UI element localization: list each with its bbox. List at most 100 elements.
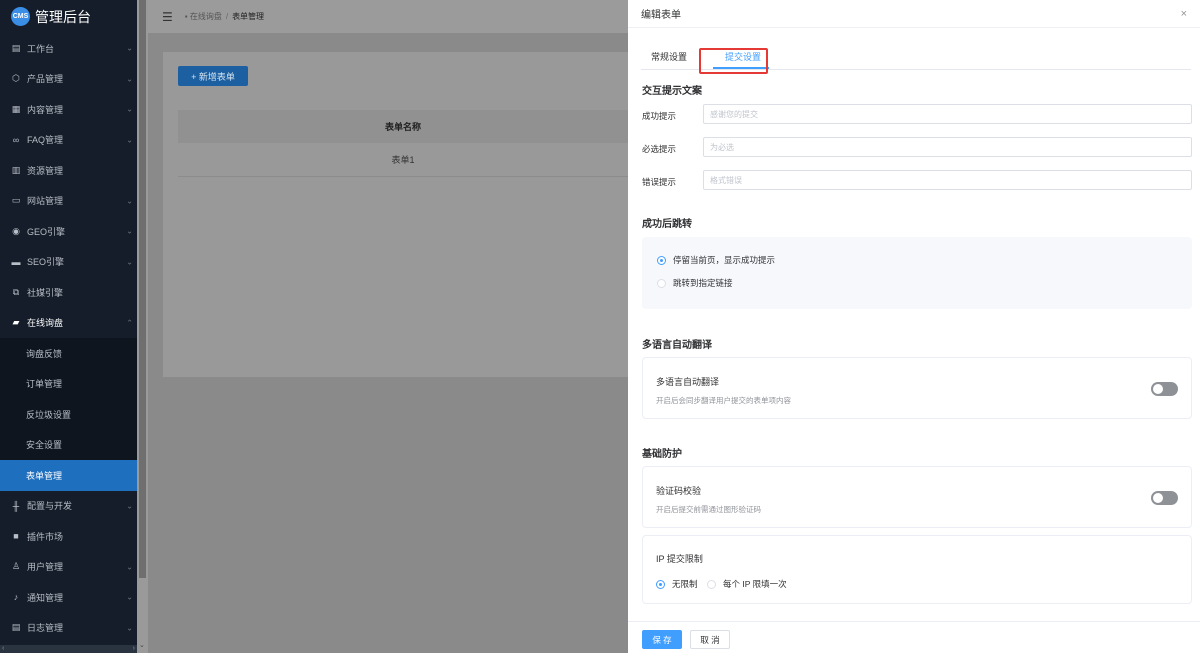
- required-prompt-input[interactable]: 为必选: [703, 137, 1192, 157]
- cube-icon: ⬡: [12, 73, 20, 84]
- success-prompt-input[interactable]: 感谢您的提交: [703, 104, 1192, 124]
- sidebar-item-users[interactable]: ♙ 用户管理 ⌄: [0, 552, 137, 583]
- sidebar-item-label: SEO引擎: [27, 257, 65, 268]
- message-icon: ▰: [12, 317, 20, 328]
- folder-icon: ▥: [11, 164, 21, 175]
- chevron-down-icon: ⌄: [126, 135, 133, 145]
- chevron-down-icon: ⌄: [126, 74, 133, 84]
- chevron-down-icon: ⌄: [126, 104, 133, 114]
- document-icon: ▦: [11, 103, 21, 114]
- sidebar-item-label: 询盘反馈: [26, 348, 63, 359]
- label-error-prompt: 错误提示: [642, 177, 677, 187]
- section-title-protection: 基础防护: [642, 449, 682, 460]
- sidebar-item-dashboard[interactable]: ▤ 工作台 ⌄: [0, 33, 137, 64]
- sidebar-item-website[interactable]: ▭ 网站管理 ⌄: [0, 186, 137, 217]
- sidebar-item-label: 网站管理: [27, 196, 64, 207]
- sidebar-item-logs[interactable]: ▤ 日志管理 ⌄: [0, 613, 137, 644]
- translate-card-desc: 开启后会同步翻译用户提交的表单项内容: [656, 396, 791, 405]
- log-icon: ▤: [11, 622, 21, 633]
- sidebar-item-plugins[interactable]: ■ 插件市场: [0, 521, 137, 552]
- sidebar-item-label: 产品管理: [27, 74, 64, 85]
- sidebar-item-resources[interactable]: ▥ 资源管理: [0, 155, 137, 186]
- captcha-toggle[interactable]: [1151, 491, 1178, 505]
- table-row[interactable]: 表单1: [178, 143, 628, 177]
- drawer-header: 编辑表单 ×: [628, 0, 1200, 28]
- radio-unchecked-icon: [707, 579, 716, 589]
- cancel-button[interactable]: 取 消: [690, 630, 730, 649]
- sidebar-item-content[interactable]: ▦ 内容管理 ⌄: [0, 94, 137, 125]
- sidebar-subitem-security[interactable]: 安全设置: [0, 429, 137, 460]
- app-title: 管理后台: [35, 8, 91, 25]
- sidebar-item-config[interactable]: ╫ 配置与开发 ⌄: [0, 491, 137, 522]
- chevron-down-icon: ⌄: [126, 43, 133, 53]
- drawer-footer: 保 存 取 消: [628, 621, 1200, 653]
- sliders-icon: ╫: [12, 500, 20, 511]
- radio-label: 跳转到指定链接: [673, 278, 733, 288]
- chevron-down-icon: ⌄: [126, 501, 133, 511]
- sidebar-subitem-orders[interactable]: 订单管理: [0, 368, 137, 399]
- radio-checked-icon: [657, 255, 666, 265]
- dashboard-icon: ▤: [11, 42, 21, 53]
- radio-redirect-link[interactable]: 跳转到指定链接: [657, 277, 733, 289]
- chevron-up-icon: ⌃: [126, 318, 133, 328]
- translate-card-title: 多语言自动翻译: [656, 377, 720, 387]
- ip-limit-card: IP 提交限制 无限制 每个 IP 限填一次: [642, 535, 1192, 604]
- save-button[interactable]: 保 存: [642, 630, 682, 649]
- edit-form-drawer: 编辑表单 × 常规设置 提交设置 交互提示文案 成功提示 感谢您的提交 必选提示…: [628, 0, 1200, 653]
- sidebar-item-products[interactable]: ⬡ 产品管理 ⌄: [0, 64, 137, 95]
- sidebar-item-label: GEO引擎: [27, 226, 66, 237]
- sidebar-item-label: 表单管理: [26, 470, 63, 481]
- sidebar-item-label: 资源管理: [27, 165, 64, 176]
- radio-ip-unlimited[interactable]: 无限制: [656, 578, 698, 590]
- tab-general[interactable]: 常规设置: [651, 50, 687, 63]
- sidebar-item-faq[interactable]: ∞ FAQ管理 ⌄: [0, 125, 137, 156]
- section-title-redirect: 成功后跳转: [642, 219, 692, 230]
- highlight-box: [699, 48, 768, 74]
- radio-stay-on-page[interactable]: 停留当前页，显示成功提示: [657, 254, 775, 266]
- breadcrumb-label: 在线询盘: [189, 12, 222, 21]
- redirect-options: 停留当前页，显示成功提示 跳转到指定链接: [642, 237, 1192, 309]
- chat-icon: ▬: [11, 256, 21, 267]
- radio-checked-icon: [656, 579, 665, 589]
- menu-fold-icon[interactable]: ☰: [162, 10, 173, 24]
- close-icon[interactable]: ×: [1181, 8, 1187, 20]
- chevron-down-icon: ⌄: [126, 592, 133, 602]
- monitor-icon: ▭: [11, 195, 21, 206]
- sidebar-item-label: 安全设置: [26, 440, 63, 451]
- scroll-down-icon[interactable]: ⌄: [139, 641, 145, 649]
- scroll-right-icon[interactable]: ›: [133, 645, 135, 652]
- content-card: + 新增表单 表单名称 表单1: [163, 52, 628, 377]
- top-header: ☰ ▪ 在线询盘 / 表单管理: [148, 0, 628, 33]
- section-title-prompts: 交互提示文案: [642, 86, 702, 97]
- sidebar-item-seo[interactable]: ▬ SEO引擎 ⌄: [0, 247, 137, 278]
- sidebar-item-label: 插件市场: [27, 531, 64, 542]
- sidebar-item-notifications[interactable]: ♪ 通知管理 ⌄: [0, 582, 137, 613]
- sidebar-item-social[interactable]: ⧉ 社媒引擎: [0, 277, 137, 308]
- error-prompt-input[interactable]: 格式错误: [703, 170, 1192, 190]
- sidebar-item-label: 配置与开发: [27, 501, 73, 512]
- scroll-left-icon[interactable]: ‹: [2, 645, 4, 652]
- sidebar-item-inquiry[interactable]: ▰ 在线询盘 ⌃: [0, 308, 137, 339]
- sidebar-horizontal-scrollbar[interactable]: ‹ ›: [0, 645, 137, 653]
- sidebar-subitem-antispam[interactable]: 反垃圾设置: [0, 399, 137, 430]
- user-icon: ♙: [11, 561, 21, 572]
- sidebar-item-label: FAQ管理: [27, 135, 64, 146]
- app-logo[interactable]: CMS 管理后台: [0, 0, 137, 33]
- drawer-title: 编辑表单: [641, 10, 681, 21]
- cms-logo-icon: CMS: [11, 7, 30, 26]
- radio-unchecked-icon: [657, 278, 666, 288]
- sidebar-subitem-feedback[interactable]: 询盘反馈: [0, 338, 137, 369]
- sidebar-item-label: 日志管理: [27, 623, 64, 634]
- add-form-button[interactable]: + 新增表单: [178, 66, 248, 86]
- sidebar-item-label: 社媒引擎: [27, 287, 64, 298]
- chevron-down-icon: ⌄: [126, 196, 133, 206]
- breadcrumb-item-inquiry[interactable]: ▪ 在线询盘: [185, 11, 222, 22]
- radio-ip-once[interactable]: 每个 IP 限填一次: [707, 578, 787, 590]
- scrollbar-thumb[interactable]: [139, 0, 146, 578]
- sidebar-item-label: 订单管理: [26, 379, 63, 390]
- sidebar: CMS 管理后台 ▤ 工作台 ⌄ ⬡ 产品管理 ⌄ ▦ 内容管理 ⌄ ∞ FAQ管理 ⌄ ▥ 资源…: [0, 0, 137, 653]
- sidebar-subitem-forms[interactable]: 表单管理: [0, 460, 137, 491]
- main-vertical-scrollbar[interactable]: ⌄: [137, 0, 148, 653]
- sidebar-item-geo[interactable]: ◉ GEO引擎 ⌄: [0, 216, 137, 247]
- translate-toggle[interactable]: [1151, 382, 1178, 396]
